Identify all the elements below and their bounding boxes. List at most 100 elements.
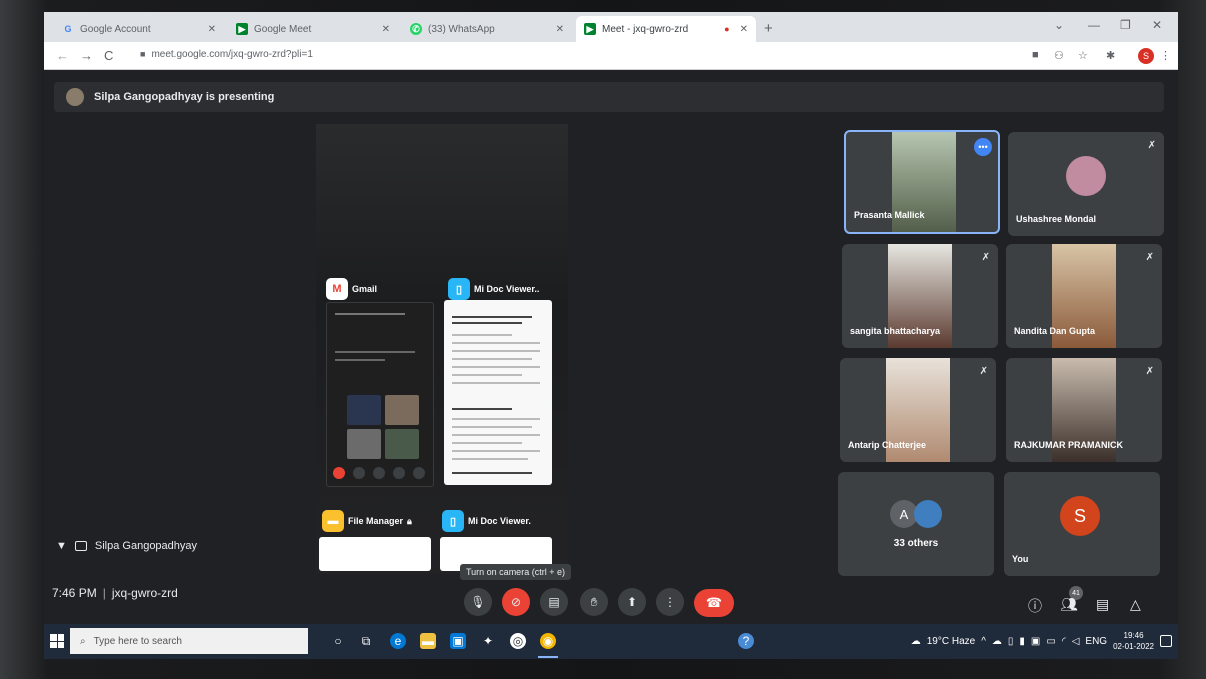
shared-screen: M Gmail ▯ Mi Doc Viewer.. ▬ File Manager… (316, 124, 568, 574)
taskbar-clock[interactable]: 19:46 02-01-2022 (1113, 630, 1154, 652)
gmail-preview (326, 302, 434, 487)
weather-text[interactable]: 19°C Haze (927, 636, 975, 647)
mic-tray-icon[interactable]: ▮ (1019, 636, 1025, 647)
minimize-icon[interactable]: — (1088, 18, 1100, 32)
onedrive-icon[interactable]: ☁ (992, 636, 1002, 647)
tab-whatsapp[interactable]: ✆ (33) WhatsApp ✕ (402, 16, 572, 42)
participant-name: Ushashree Mondal (1016, 214, 1097, 224)
tab-label: Meet - jxq-gwro-zrd (602, 23, 689, 35)
close-icon[interactable]: ✕ (740, 24, 748, 35)
raise-hand-button[interactable]: ✋︎ (580, 588, 608, 616)
system-tray: ☁ 19°C Haze ^ ☁ ▯ ▮ ▣ ▭ ◜ ◁ ENG 19:46 02… (911, 630, 1172, 652)
menu-icon[interactable]: ⋮ (1160, 49, 1171, 62)
wifi-icon[interactable]: ◜ (1062, 636, 1066, 647)
meet-tray-icon[interactable]: ▣ (1031, 636, 1040, 647)
help-icon[interactable]: ? (738, 633, 754, 649)
tab-label: Google Meet (254, 23, 312, 35)
window-close-icon[interactable]: ✕ (1152, 18, 1162, 32)
people-icon[interactable]: 👥︎ (1060, 596, 1078, 613)
camera-indicator-icon[interactable]: ■ (1032, 49, 1039, 61)
reload-icon[interactable]: C (104, 48, 113, 63)
address-bar: ← → C ■ meet.google.com/jxq-gwro-zrd?pli=… (44, 42, 1178, 70)
maximize-icon[interactable]: ❐ (1120, 18, 1131, 32)
mic-button[interactable]: 🎙︎ (464, 588, 492, 616)
participant-tile[interactable]: ✗ sangita bhattacharya (842, 244, 998, 348)
camera-button[interactable]: ⊘ (502, 588, 530, 616)
meeting-info-icon[interactable]: ⓘ (1028, 596, 1042, 616)
meet-icon: ▶ (584, 23, 596, 35)
tab-google-account[interactable]: G Google Account ✕ (54, 16, 224, 42)
more-options-icon[interactable]: ••• (974, 138, 992, 156)
participant-tile[interactable]: ✗ Nandita Dan Gupta (1006, 244, 1162, 348)
pin-icon[interactable]: ▼ (56, 540, 67, 552)
leave-call-button[interactable]: ☎︎ (694, 589, 734, 617)
url-field[interactable]: ■ meet.google.com/jxq-gwro-zrd?pli=1 (140, 49, 313, 60)
star-icon[interactable]: ☆ (1078, 49, 1088, 62)
meet-icon: ▶ (236, 23, 248, 35)
participant-tile[interactable]: ••• Prasanta Mallick (844, 130, 1000, 234)
windows-taskbar: ⌕ Type here to search ○ ⧉ e ▬ ▣ ✦ ◎ ◉ ? … (44, 624, 1178, 659)
tab-label: (33) WhatsApp (428, 23, 495, 35)
extensions-icon[interactable]: ✱ (1106, 49, 1115, 62)
windows-start-icon[interactable] (50, 634, 64, 648)
forward-icon[interactable]: → (80, 48, 93, 63)
recording-dot-icon: ● (724, 24, 730, 34)
participant-name: Prasanta Mallick (854, 210, 925, 220)
mic-off-icon: ✗ (1145, 366, 1154, 377)
active-app-indicator (538, 656, 558, 658)
weather-icon: ☁ (910, 635, 921, 647)
others-label: 33 others (893, 538, 939, 549)
app-icon[interactable]: ◎ (510, 633, 526, 649)
edge-icon[interactable]: e (390, 633, 406, 649)
participant-name: RAJKUMAR PRAMANICK (1014, 440, 1123, 450)
self-tile[interactable]: S You (1004, 472, 1160, 576)
share-icon[interactable]: ⚇ (1054, 49, 1064, 62)
present-button[interactable]: ⬆ (618, 588, 646, 616)
tray-up-icon[interactable]: ^ (981, 636, 986, 647)
captions-button[interactable]: ▤ (540, 588, 568, 616)
store-icon[interactable]: ▣ (450, 633, 466, 649)
meeting-code: jxq-gwro-zrd (111, 586, 178, 600)
doc-preview (444, 300, 552, 485)
cortana-icon[interactable]: ○ (330, 633, 346, 649)
monitor-frame: G Google Account ✕ ▶ Google Meet ✕ ✆ (33… (0, 0, 1206, 679)
tab-google-meet[interactable]: ▶ Google Meet ✕ (228, 16, 398, 42)
app-header-doc: ▯ Mi Doc Viewer.. (448, 278, 539, 300)
file-explorer-icon[interactable]: ▬ (420, 633, 436, 649)
self-avatar: S (1060, 496, 1100, 536)
app-name: Mi Doc Viewer.. (474, 284, 540, 294)
chat-icon[interactable]: ▤ (1096, 596, 1109, 613)
close-icon[interactable]: ✕ (382, 24, 390, 35)
participant-tile[interactable]: ✗ Ushashree Mondal (1008, 132, 1164, 236)
taskbar-search[interactable]: ⌕ Type here to search (70, 628, 308, 654)
close-icon[interactable]: ✕ (208, 24, 216, 35)
mic-icon: 🎙︎ (470, 595, 486, 609)
chrome-icon[interactable]: ◉ (540, 633, 556, 649)
close-icon[interactable]: ✕ (556, 24, 564, 35)
new-tab-icon[interactable]: + (764, 20, 773, 37)
tab-search-icon[interactable]: ⌄ (1054, 18, 1064, 32)
tab-meet-active[interactable]: ▶ Meet - jxq-gwro-zrd ● ✕ (576, 16, 756, 42)
participant-name: Nandita Dan Gupta (1014, 326, 1096, 336)
notification-icon[interactable] (1160, 635, 1172, 647)
screen: G Google Account ✕ ▶ Google Meet ✕ ✆ (33… (44, 12, 1178, 659)
app-name: File Manager (348, 516, 404, 526)
gmail-icon: M (326, 278, 348, 300)
profile-avatar[interactable]: S (1138, 48, 1154, 64)
task-view-icon[interactable]: ⧉ (358, 633, 374, 649)
volume-icon[interactable]: ◁ (1072, 636, 1080, 647)
participant-tile[interactable]: ✗ RAJKUMAR PRAMANICK (1006, 358, 1162, 462)
app-header-gmail: M Gmail (326, 278, 377, 300)
language-indicator[interactable]: ENG (1085, 636, 1107, 647)
camera-tooltip: Turn on camera (ctrl + e) (460, 564, 571, 580)
dropbox-icon[interactable]: ✦ (480, 633, 496, 649)
more-options-button[interactable]: ⋮ (656, 588, 684, 616)
back-icon[interactable]: ← (56, 48, 69, 63)
battery-icon[interactable]: ▯ (1008, 636, 1014, 647)
others-tile[interactable]: A 33 others (838, 472, 994, 576)
participant-tile[interactable]: ✗ Antarip Chatterjee (840, 358, 996, 462)
browser-tab-bar: G Google Account ✕ ▶ Google Meet ✕ ✆ (33… (44, 12, 1178, 42)
activities-icon[interactable]: △ (1130, 596, 1141, 613)
app-name: Mi Doc Viewer. (468, 516, 531, 526)
display-icon[interactable]: ▭ (1046, 636, 1055, 647)
